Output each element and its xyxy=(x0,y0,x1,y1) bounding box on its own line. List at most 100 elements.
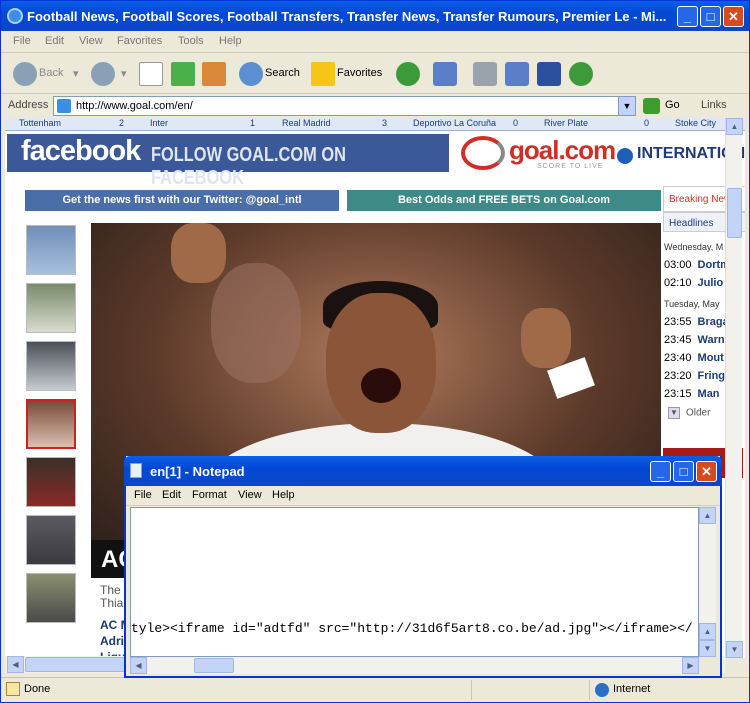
ticker-team[interactable]: Inter xyxy=(150,118,168,128)
news-thumbnail[interactable] xyxy=(26,283,76,333)
twitter-banner[interactable]: Get the news first with our Twitter: @go… xyxy=(25,190,339,211)
scroll-down-arrow-icon[interactable]: ▼ xyxy=(726,641,743,658)
go-button[interactable]: Go xyxy=(665,99,680,111)
news-item[interactable]: 02:10 Julio xyxy=(664,277,723,289)
back-arrow-icon[interactable] xyxy=(13,62,37,86)
scroll-thumb[interactable] xyxy=(25,657,135,672)
scroll-left-arrow-icon[interactable]: ◀ xyxy=(7,656,24,673)
address-input[interactable]: http://www.goal.com/en/ ▼ xyxy=(53,96,636,116)
messenger-icon[interactable] xyxy=(569,62,593,86)
menu-help[interactable]: Help xyxy=(219,35,242,47)
notepad-text-area[interactable]: tyle><iframe id="adtfd" src="http://31d6… xyxy=(130,507,699,657)
ticker-team[interactable]: Tottenham xyxy=(19,118,61,128)
news-item[interactable]: 23:15 Man xyxy=(664,388,720,400)
older-button[interactable]: ▼ Older xyxy=(668,407,710,419)
notepad-titlebar[interactable]: en[1] - Notepad _ □ ✕ xyxy=(124,456,722,486)
history-icon[interactable] xyxy=(396,62,420,86)
menu-view[interactable]: View xyxy=(79,35,103,47)
menu-file[interactable]: File xyxy=(13,35,31,47)
ticker-score: 0 xyxy=(513,118,519,128)
scroll-up-arrow-icon[interactable]: ▲ xyxy=(726,118,743,135)
menu-edit[interactable]: Edit xyxy=(45,35,64,47)
menu-bar: File Edit View Favorites Tools Help xyxy=(1,31,749,82)
notepad-menu-format[interactable]: Format xyxy=(192,489,227,501)
notepad-menu-edit[interactable]: Edit xyxy=(162,489,181,501)
facebook-banner[interactable]: facebook FOLLOW GOAL.COM ON FACEBOOK xyxy=(7,134,449,189)
discuss-icon[interactable] xyxy=(537,62,561,86)
news-thumbnail-selected[interactable] xyxy=(26,399,76,449)
notepad-maximize-button[interactable]: □ xyxy=(673,461,694,482)
back-button[interactable]: Back xyxy=(39,67,63,79)
facebook-slogan: FOLLOW GOAL.COM ON FACEBOOK xyxy=(151,144,346,189)
scroll-left-arrow-icon[interactable]: ◀ xyxy=(130,657,147,674)
mail-icon[interactable] xyxy=(433,62,457,86)
favorites-star-icon[interactable] xyxy=(311,62,335,86)
search-icon[interactable] xyxy=(239,62,263,86)
goal-logo[interactable]: goal.com SCORE TO LIVE xyxy=(461,134,616,174)
notepad-vertical-scrollbar[interactable]: ▲ ▲ ▼ xyxy=(699,507,716,657)
notepad-menu-help[interactable]: Help xyxy=(272,489,295,501)
news-time: 23:40 xyxy=(664,352,692,364)
ie-titlebar[interactable]: Football News, Football Scores, Football… xyxy=(1,1,749,31)
news-title[interactable]: Man xyxy=(698,388,720,400)
news-item[interactable]: 23:55 Braga xyxy=(664,316,729,328)
news-title[interactable]: Mout xyxy=(698,352,724,364)
chevron-down-icon: ▼ xyxy=(668,407,680,419)
notepad-content: tyle><iframe id="adtfd" src="http://31d6… xyxy=(131,621,693,636)
close-button[interactable]: ✕ xyxy=(723,6,744,27)
menu-favorites[interactable]: Favorites xyxy=(117,35,162,47)
go-arrow-icon[interactable] xyxy=(643,98,660,114)
scroll-right-arrow-icon[interactable]: ▶ xyxy=(682,657,699,674)
home-icon[interactable] xyxy=(202,62,226,86)
ticker-team[interactable]: Stoke City xyxy=(675,118,716,128)
news-thumbnail[interactable] xyxy=(26,573,76,623)
photo-background-figure xyxy=(211,263,301,383)
stop-icon[interactable] xyxy=(139,62,163,86)
news-item[interactable]: 03:00 Dortm xyxy=(664,259,730,271)
ticker-team[interactable]: Real Madrid xyxy=(282,118,331,128)
scroll-down-arrow-icon[interactable]: ▼ xyxy=(699,640,716,657)
minimize-button[interactable]: _ xyxy=(677,6,698,27)
news-thumbnail[interactable] xyxy=(26,515,76,565)
notepad-minimize-button[interactable]: _ xyxy=(650,461,671,482)
news-title[interactable]: Julio xyxy=(698,277,724,289)
related-link[interactable]: Adri xyxy=(100,634,124,648)
scroll-thumb[interactable] xyxy=(194,658,234,673)
favorites-button[interactable]: Favorites xyxy=(337,67,382,79)
news-thumbnail[interactable] xyxy=(26,225,76,275)
print-icon[interactable] xyxy=(473,62,497,86)
notepad-menu-bar: File Edit Format View Help xyxy=(126,486,720,506)
search-button[interactable]: Search xyxy=(265,67,300,79)
address-dropdown-icon[interactable]: ▼ xyxy=(618,97,635,115)
news-item[interactable]: 23:45 Warn xyxy=(664,334,725,346)
news-date: Wednesday, M xyxy=(664,242,724,252)
news-title[interactable]: Fring xyxy=(698,370,726,382)
forward-arrow-icon[interactable] xyxy=(91,62,115,86)
notepad-horizontal-scrollbar[interactable]: ◀ ▶ xyxy=(130,657,699,674)
score-ticker: Tottenham 2 Inter 1 Real Madrid 3 Deport… xyxy=(5,118,745,131)
notepad-menu-file[interactable]: File xyxy=(134,489,152,501)
ticker-score: 1 xyxy=(250,118,256,128)
notepad-menu-view[interactable]: View xyxy=(238,489,262,501)
page-vertical-scrollbar[interactable]: ▲ ▼ xyxy=(725,118,743,658)
notepad-close-button[interactable]: ✕ xyxy=(696,461,717,482)
edit-icon[interactable] xyxy=(505,62,529,86)
news-thumbnail[interactable] xyxy=(26,341,76,391)
links-button[interactable]: Links xyxy=(701,99,727,111)
menu-tools[interactable]: Tools xyxy=(178,35,204,47)
ticker-team[interactable]: River Plate xyxy=(544,118,588,128)
news-title[interactable]: Warn xyxy=(698,334,725,346)
odds-banner[interactable]: Best Odds and FREE BETS on Goal.com xyxy=(347,190,661,211)
news-item[interactable]: 23:40 Mout xyxy=(664,352,724,364)
news-item[interactable]: 23:20 Fring xyxy=(664,370,725,382)
news-thumbnail[interactable] xyxy=(26,457,76,507)
security-zone: Internet xyxy=(613,683,651,695)
ticker-team[interactable]: Deportivo La Coruña xyxy=(413,118,496,128)
scroll-up-arrow-icon[interactable]: ▲ xyxy=(699,623,716,640)
scroll-thumb[interactable] xyxy=(727,188,742,238)
scroll-up-arrow-icon[interactable]: ▲ xyxy=(699,507,716,524)
refresh-icon[interactable] xyxy=(171,62,195,86)
back-dropdown-icon[interactable]: ▾ xyxy=(73,67,79,80)
forward-dropdown-icon[interactable]: ▾ xyxy=(121,67,127,80)
maximize-button[interactable]: □ xyxy=(700,6,721,27)
